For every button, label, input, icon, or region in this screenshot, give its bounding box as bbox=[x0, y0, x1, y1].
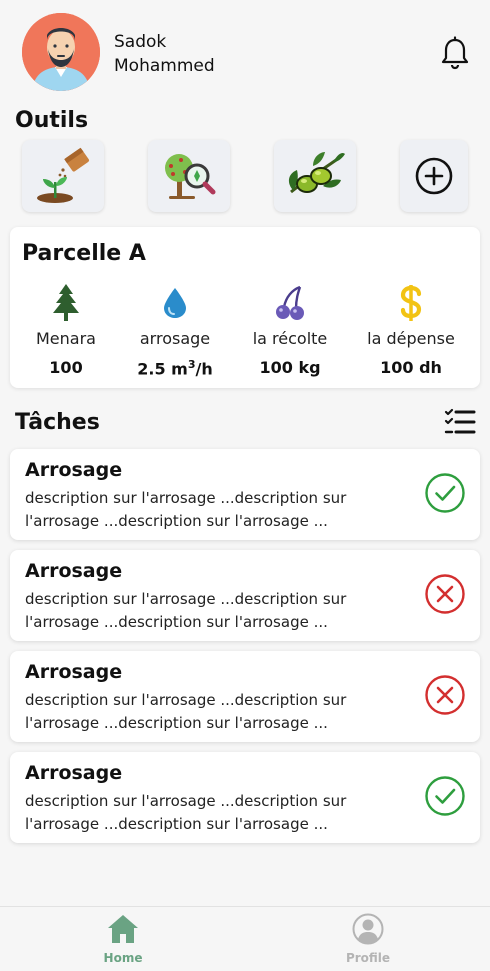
nav-profile[interactable]: Profile bbox=[308, 913, 428, 965]
water-drop-icon bbox=[120, 283, 230, 323]
stat-value: 2.5 m3/h bbox=[137, 358, 213, 379]
tool-olive-button[interactable] bbox=[274, 140, 356, 212]
stat-value: 100 kg bbox=[259, 358, 321, 377]
task-title: Arrosage bbox=[25, 459, 123, 481]
stat-label: la dépense bbox=[367, 329, 455, 348]
task-title: Arrosage bbox=[25, 762, 123, 784]
tools-title: Outils bbox=[15, 108, 89, 133]
home-icon bbox=[108, 915, 138, 943]
stat-harvest: la récolte 100 kg bbox=[235, 283, 345, 377]
stat-watering: arrosage 2.5 m3/h bbox=[120, 283, 230, 378]
bottom-nav: Home Profile bbox=[0, 906, 490, 971]
task-description: description sur l'arrosage ...descriptio… bbox=[25, 489, 347, 530]
tool-planting-button[interactable] bbox=[22, 140, 104, 212]
stat-tree: Menara 100 bbox=[11, 283, 121, 377]
cherries-icon bbox=[235, 283, 345, 323]
app-header: Sadok Mohammed bbox=[0, 0, 490, 100]
nav-home[interactable]: Home bbox=[63, 913, 183, 965]
seedling-planting-icon bbox=[37, 147, 89, 203]
parcelle-card[interactable]: Parcelle A Menara 100 arrosage 2.5 m3/h bbox=[10, 227, 480, 388]
check-circle-icon[interactable] bbox=[424, 472, 466, 514]
user-name: Sadok Mohammed bbox=[114, 32, 215, 76]
task-description: description sur l'arrosage ...descriptio… bbox=[25, 691, 347, 732]
stat-label: Menara bbox=[36, 329, 96, 348]
checklist-icon[interactable] bbox=[444, 408, 476, 436]
nav-home-label: Home bbox=[103, 951, 143, 965]
stat-label: la récolte bbox=[252, 329, 328, 348]
task-description: description sur l'arrosage ...descriptio… bbox=[25, 590, 347, 631]
tool-tree-inspection-button[interactable] bbox=[148, 140, 230, 212]
user-avatar-icon bbox=[22, 13, 100, 91]
add-circle-icon bbox=[415, 157, 453, 195]
task-card[interactable]: Arrosage description sur l'arrosage ...d… bbox=[10, 651, 480, 742]
tree-icon bbox=[11, 283, 121, 323]
stat-value: 100 dh bbox=[380, 358, 442, 377]
bell-icon[interactable] bbox=[440, 36, 470, 70]
check-circle-icon[interactable] bbox=[424, 775, 466, 817]
stat-value: 100 bbox=[49, 358, 83, 377]
stat-label: arrosage bbox=[139, 329, 211, 348]
task-card[interactable]: Arrosage description sur l'arrosage ...d… bbox=[10, 550, 480, 641]
parcelle-title: Parcelle A bbox=[22, 241, 146, 266]
stat-expense: la dépense 100 dh bbox=[356, 283, 466, 377]
cancel-circle-icon[interactable] bbox=[424, 674, 466, 716]
dollar-icon bbox=[356, 283, 466, 323]
task-card[interactable]: Arrosage description sur l'arrosage ...d… bbox=[10, 449, 480, 540]
task-description: description sur l'arrosage ...descriptio… bbox=[25, 792, 347, 833]
avatar[interactable] bbox=[22, 13, 100, 91]
tool-add-button[interactable] bbox=[400, 140, 468, 212]
task-card[interactable]: Arrosage description sur l'arrosage ...d… bbox=[10, 752, 480, 843]
task-title: Arrosage bbox=[25, 661, 123, 683]
olive-branch-icon bbox=[288, 152, 345, 194]
tree-inspection-icon bbox=[165, 154, 216, 199]
task-title: Arrosage bbox=[25, 560, 123, 582]
profile-icon bbox=[352, 913, 384, 945]
nav-profile-label: Profile bbox=[345, 951, 391, 965]
tasks-title: Tâches bbox=[15, 410, 100, 435]
cancel-circle-icon[interactable] bbox=[424, 573, 466, 615]
